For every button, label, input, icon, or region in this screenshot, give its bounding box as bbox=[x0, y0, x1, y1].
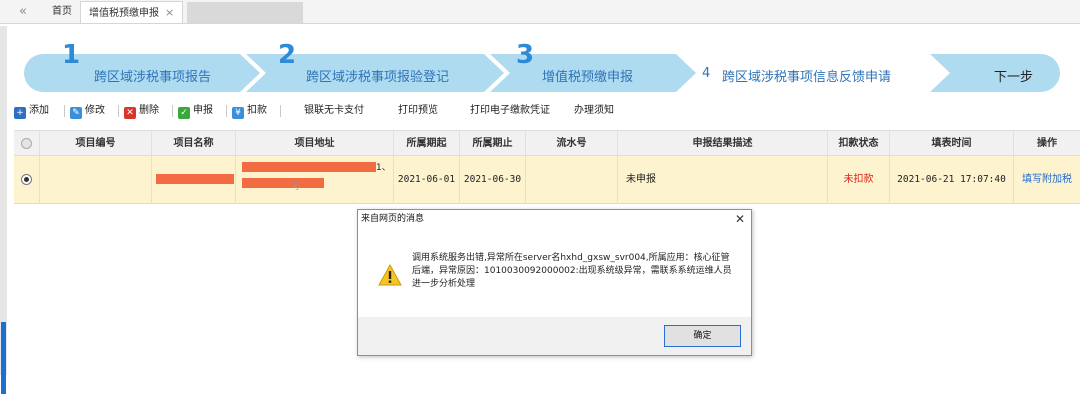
step-4-number: 4 bbox=[702, 66, 711, 81]
table-header: 项目编号 项目名称 项目地址 所属期起 所属期止 流水号 申报结果描述 扣款状态… bbox=[14, 130, 1080, 157]
header-project-name: 项目名称 bbox=[152, 131, 236, 157]
left-collapse-bar bbox=[0, 26, 7, 394]
tab-vat-prepay-label: 增值税预缴申报 bbox=[89, 8, 159, 19]
row-select-cell[interactable] bbox=[14, 156, 40, 204]
header-fill-time: 填表时间 bbox=[890, 131, 1014, 157]
cell-period-start: 2021-06-01 bbox=[394, 156, 460, 204]
step-3-number: 3 bbox=[516, 40, 535, 70]
close-icon[interactable]: ✕ bbox=[735, 211, 745, 227]
cell-fill-time: 2021-06-21 17:07:40 bbox=[890, 156, 1014, 204]
header-result: 申报结果描述 bbox=[618, 131, 828, 157]
tab-home[interactable]: 首页 bbox=[44, 1, 80, 23]
step-2-number: 2 bbox=[278, 40, 297, 70]
next-step-button[interactable]: 下一步 bbox=[930, 54, 1060, 92]
cell-period-end: 2021-06-30 bbox=[460, 156, 526, 204]
delete-label: 删除 bbox=[139, 105, 159, 116]
toolbar: + 添加 ✎ 修改 ✕ 删除 ✓ 申报 ¥ 扣款 银联无卡支付 打印预览 打印电子缴款凭证… bbox=[8, 100, 1080, 122]
dialog-message: 调用系统服务出错,异常所在server名hxhd_gxsw_svr004,所属应… bbox=[412, 253, 732, 289]
header-deduct-status: 扣款状态 bbox=[828, 131, 890, 157]
tab-vat-prepay[interactable]: 增值税预缴申报 × bbox=[80, 1, 184, 23]
notice-button[interactable]: 办理须知 bbox=[574, 103, 614, 119]
step-2[interactable]: 2 跨区域涉税事项报验登记 bbox=[246, 40, 504, 92]
add-label: 添加 bbox=[29, 105, 49, 116]
step-1-label: 跨区域涉税事项报告 bbox=[94, 70, 212, 85]
header-serial: 流水号 bbox=[526, 131, 618, 157]
step-progress-bar: 1 跨区域涉税事项报告 2 跨区域涉税事项报验登记 3 增值税预缴申报 4 跨区… bbox=[24, 40, 1060, 92]
cell-project-address: 1、 号 bbox=[236, 156, 394, 204]
cell-project-name bbox=[152, 156, 236, 204]
dialog-title-bar: 来自网页的消息 ✕ bbox=[358, 210, 751, 228]
radio-selected-icon bbox=[21, 173, 32, 185]
step-3[interactable]: 3 增值税预缴申报 bbox=[490, 40, 696, 92]
radio-header-icon bbox=[21, 137, 32, 149]
next-step-label: 下一步 bbox=[994, 70, 1034, 85]
unionpay-button[interactable]: 银联无卡支付 bbox=[304, 103, 364, 119]
close-icon[interactable]: × bbox=[165, 6, 174, 19]
declare-button[interactable]: ✓ 申报 bbox=[178, 103, 213, 119]
tab-bar: « 首页 增值税预缴申报 × bbox=[0, 0, 1080, 24]
dialog-body: 调用系统服务出错,异常所在server名hxhd_gxsw_svr004,所属应… bbox=[358, 228, 751, 317]
redacted-address-line1 bbox=[242, 162, 376, 172]
deduct-label: 扣款 bbox=[247, 105, 267, 116]
check-icon: ✓ bbox=[178, 107, 190, 119]
tab-redacted[interactable] bbox=[187, 2, 303, 23]
print-voucher-button[interactable]: 打印电子缴款凭证 bbox=[470, 103, 550, 119]
collapse-handle[interactable] bbox=[1, 322, 6, 394]
address-suffix: 1、 bbox=[376, 163, 391, 173]
warning-icon bbox=[378, 264, 402, 286]
deduct-button[interactable]: ¥ 扣款 bbox=[232, 103, 267, 119]
toolbar-divider bbox=[64, 105, 65, 117]
step-3-label: 增值税预缴申报 bbox=[542, 70, 634, 85]
cell-project-no bbox=[40, 156, 152, 204]
declare-label: 申报 bbox=[193, 105, 213, 116]
edit-label: 修改 bbox=[85, 105, 105, 116]
toolbar-divider bbox=[280, 105, 281, 117]
step-1[interactable]: 1 跨区域涉税事项报告 bbox=[24, 40, 260, 92]
print-preview-button[interactable]: 打印预览 bbox=[398, 103, 438, 119]
header-period-start: 所属期起 bbox=[394, 131, 460, 157]
message-dialog: 来自网页的消息 ✕ 调用系统服务出错,异常所在server名hxhd_gxsw_… bbox=[357, 209, 752, 356]
address-line2-suffix: 号 bbox=[292, 182, 300, 191]
dialog-title: 来自网页的消息 bbox=[361, 214, 425, 224]
add-icon: + bbox=[14, 107, 26, 119]
delete-icon: ✕ bbox=[124, 107, 136, 119]
header-project-address: 项目地址 bbox=[236, 131, 394, 157]
delete-button[interactable]: ✕ 删除 bbox=[124, 103, 159, 119]
edit-button[interactable]: ✎ 修改 bbox=[70, 103, 105, 119]
table-row[interactable]: 1、 号 2021-06-01 2021-06-30 未申报 未扣款 2021-… bbox=[14, 156, 1080, 204]
add-button[interactable]: + 添加 bbox=[14, 103, 49, 119]
toolbar-divider bbox=[172, 105, 173, 117]
header-action: 操作 bbox=[1037, 138, 1057, 149]
cell-result: 未申报 bbox=[618, 156, 828, 204]
edit-icon: ✎ bbox=[70, 107, 82, 119]
tab-scroll-back-icon[interactable]: « bbox=[10, 3, 36, 21]
step-4-label: 跨区域涉税事项信息反馈申请 bbox=[722, 70, 892, 85]
deduct-icon: ¥ bbox=[232, 107, 244, 119]
select-all-cell[interactable] bbox=[14, 131, 40, 157]
step-4-current[interactable]: 4 跨区域涉税事项信息反馈申请 bbox=[682, 54, 944, 92]
cell-deduct-status: 未扣款 bbox=[828, 156, 890, 204]
cell-serial bbox=[526, 156, 618, 204]
redacted-address-line2 bbox=[242, 178, 324, 188]
ok-button[interactable]: 确定 bbox=[664, 325, 741, 347]
redacted-name bbox=[156, 174, 234, 184]
header-project-no: 项目编号 bbox=[40, 131, 152, 157]
step-1-number: 1 bbox=[62, 40, 81, 70]
dialog-footer: 确定 bbox=[358, 317, 751, 355]
step-2-label: 跨区域涉税事项报验登记 bbox=[306, 70, 450, 85]
header-period-end: 所属期止 bbox=[460, 131, 526, 157]
toolbar-divider bbox=[226, 105, 227, 117]
fill-surtax-link[interactable]: 填写附加税 bbox=[1014, 156, 1080, 204]
toolbar-divider bbox=[118, 105, 119, 117]
